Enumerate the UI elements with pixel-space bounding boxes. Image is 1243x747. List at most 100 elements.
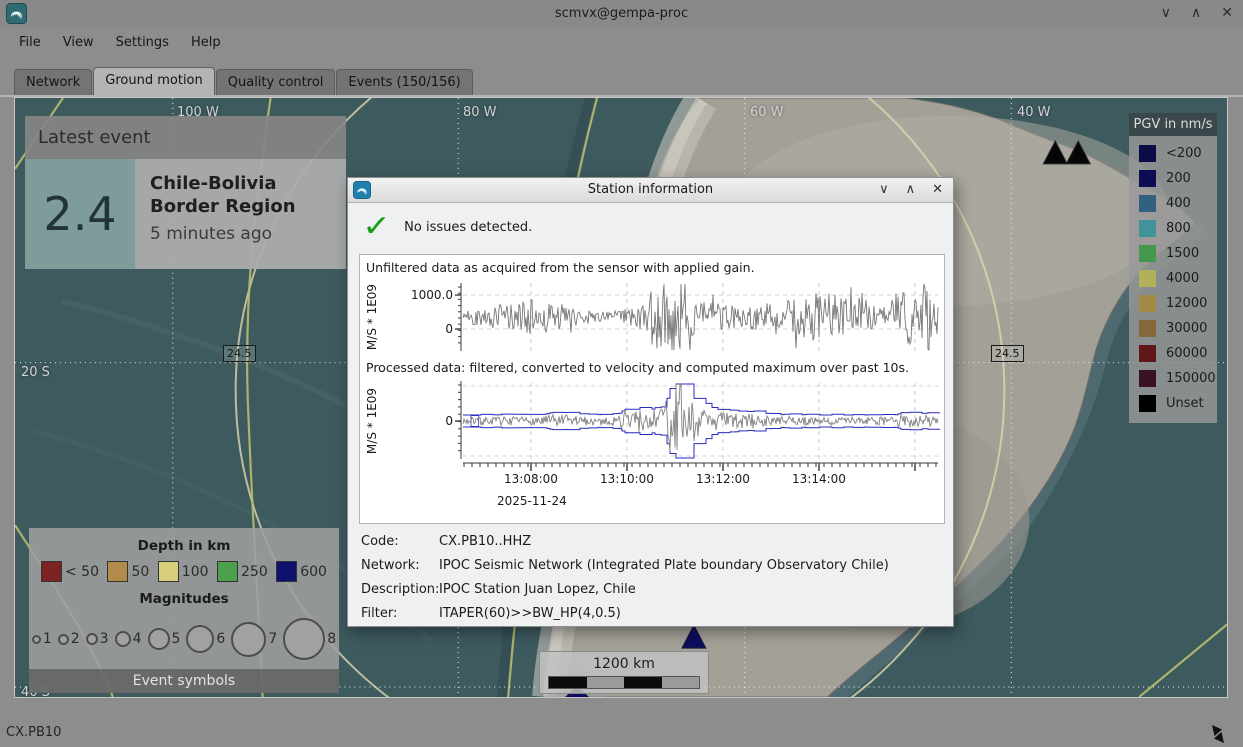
recordstream-status-icon[interactable] bbox=[1207, 723, 1229, 745]
pgv-item: 60000 bbox=[1129, 341, 1217, 366]
minimize-icon[interactable]: ∨ bbox=[1161, 5, 1171, 21]
dialog-close-icon[interactable]: ✕ bbox=[932, 178, 943, 202]
depth-swatch bbox=[41, 561, 62, 582]
pgv-swatch bbox=[1139, 345, 1156, 362]
pgv-swatch bbox=[1139, 245, 1156, 262]
lat-label-20s: 20 S bbox=[21, 365, 50, 380]
pgv-label: 30000 bbox=[1166, 321, 1207, 336]
pgv-swatch bbox=[1139, 145, 1156, 162]
pgv-swatch bbox=[1139, 370, 1156, 387]
dialog-maximize-icon[interactable]: ∧ bbox=[906, 178, 916, 202]
pgv-item: 30000 bbox=[1129, 316, 1217, 341]
magnitude-label: 2 bbox=[71, 631, 80, 647]
magnitude-item: 2 bbox=[58, 631, 80, 647]
tab-network[interactable]: Network bbox=[14, 69, 92, 95]
menu-settings[interactable]: Settings bbox=[105, 31, 180, 54]
magnitude-circle bbox=[86, 633, 98, 645]
lon-label-40w: 40 W bbox=[1017, 105, 1051, 120]
distance-ring-label: 24.5 bbox=[223, 345, 256, 362]
event-symbols-footer: Event symbols bbox=[29, 669, 339, 693]
tab-ground-motion[interactable]: Ground motion bbox=[93, 67, 214, 95]
magnitude-circle bbox=[58, 634, 69, 645]
pgv-item: 4000 bbox=[1129, 266, 1217, 291]
magnitude-item: 7 bbox=[231, 622, 277, 657]
pgv-label: 60000 bbox=[1166, 346, 1207, 361]
pgv-item: <200 bbox=[1129, 141, 1217, 166]
pgv-swatch bbox=[1139, 170, 1156, 187]
magnitude-item: 4 bbox=[115, 631, 142, 647]
depth-swatch bbox=[158, 561, 179, 582]
plot2-ytick-0: 0 bbox=[445, 414, 453, 428]
menubar: File View Settings Help bbox=[0, 28, 1243, 57]
magnitude-circle bbox=[186, 625, 214, 653]
tab-events[interactable]: Events (150/156) bbox=[336, 69, 472, 95]
depth-swatch bbox=[107, 561, 128, 582]
pgv-item: Unset bbox=[1129, 391, 1217, 416]
ground-motion-map[interactable]: 100 W 80 W 60 W 40 W 20 S 40 S 24.5 24.5… bbox=[14, 97, 1228, 698]
tabbar: Network Ground motion Quality control Ev… bbox=[0, 57, 1243, 97]
waveform-plot-box: Unfiltered data as acquired from the sen… bbox=[359, 254, 945, 524]
pgv-label: 4000 bbox=[1166, 271, 1199, 286]
dialog-status-row: ✓ No issues detected. bbox=[364, 212, 532, 242]
menu-view[interactable]: View bbox=[52, 31, 105, 54]
pgv-legend: PGV in nm/s <200 200 400 800 1500 4000 1… bbox=[1129, 113, 1217, 423]
magnitude-item: 3 bbox=[86, 631, 109, 647]
menu-help[interactable]: Help bbox=[180, 31, 232, 54]
date-label: 2025-11-24 bbox=[497, 494, 567, 508]
info-value: IPOC Station Juan Lopez, Chile bbox=[439, 582, 636, 597]
depth-label: 50 bbox=[131, 564, 149, 580]
close-icon[interactable]: ✕ bbox=[1221, 5, 1233, 21]
pgv-swatch bbox=[1139, 220, 1156, 237]
plot2-ylabel: M/S * 1E09 bbox=[365, 388, 379, 454]
plot1-ytick-0: 0 bbox=[445, 322, 453, 336]
event-magnitude: 2.4 bbox=[25, 159, 135, 269]
depth-label: 600 bbox=[300, 564, 327, 580]
depth-item: 100 bbox=[158, 561, 209, 582]
maximize-icon[interactable]: ∧ bbox=[1191, 5, 1201, 21]
magnitude-circle bbox=[32, 635, 41, 644]
depth-label: 100 bbox=[182, 564, 209, 580]
pgv-label: 150000 bbox=[1166, 371, 1216, 386]
pgv-swatch bbox=[1139, 195, 1156, 212]
window-title: scmvx@gempa-proc bbox=[0, 6, 1243, 21]
magnitude-item: 8 bbox=[283, 618, 336, 660]
pgv-label: <200 bbox=[1166, 146, 1202, 161]
time-tick: 13:14:00 bbox=[792, 472, 846, 486]
menu-file[interactable]: File bbox=[8, 31, 52, 54]
pgv-swatch bbox=[1139, 395, 1156, 412]
depth-label: < 50 bbox=[65, 564, 99, 580]
tab-quality-control[interactable]: Quality control bbox=[216, 69, 336, 95]
magnitude-circle bbox=[115, 631, 131, 647]
magnitude-item: 5 bbox=[148, 628, 181, 650]
distance-ring-label: 24.5 bbox=[991, 345, 1024, 362]
pgv-label: 1500 bbox=[1166, 246, 1199, 261]
map-scale-bar: 1200 km bbox=[539, 651, 709, 694]
dialog-titlebar[interactable]: Station information ∨ ∧ ✕ bbox=[348, 178, 953, 203]
waveform-plots: Unfiltered data as acquired from the sen… bbox=[360, 255, 944, 523]
pgv-label: Unset bbox=[1166, 396, 1204, 411]
depth-item: 250 bbox=[217, 561, 268, 582]
info-row-code: Code: CX.PB10..HHZ bbox=[361, 529, 941, 553]
pgv-item: 150000 bbox=[1129, 366, 1217, 391]
magnitude-item: 1 bbox=[32, 631, 52, 647]
window-titlebar[interactable]: scmvx@gempa-proc ∨ ∧ ✕ bbox=[0, 0, 1243, 28]
magnitude-label: 1 bbox=[43, 631, 52, 647]
info-label: Description: bbox=[361, 582, 439, 597]
station-information-dialog[interactable]: Station information ∨ ∧ ✕ ✓ No issues de… bbox=[347, 177, 954, 627]
pgv-label: 12000 bbox=[1166, 296, 1207, 311]
pgv-item: 200 bbox=[1129, 166, 1217, 191]
event-time-ago: 5 minutes ago bbox=[150, 224, 346, 244]
pgv-legend-title: PGV in nm/s bbox=[1129, 113, 1217, 136]
info-value: ITAPER(60)>>BW_HP(4,0.5) bbox=[439, 606, 621, 621]
dialog-minimize-icon[interactable]: ∨ bbox=[879, 178, 889, 202]
info-row-description: Description: IPOC Station Juan Lopez, Ch… bbox=[361, 577, 941, 601]
check-icon: ✓ bbox=[362, 212, 391, 242]
event-region: Chile-Bolivia Border Region bbox=[150, 172, 325, 219]
pgv-item: 800 bbox=[1129, 216, 1217, 241]
depth-item: 600 bbox=[276, 561, 327, 582]
statusbar: CX.PB10 bbox=[0, 698, 1243, 747]
magnitude-circle bbox=[148, 628, 170, 650]
scale-bar-label: 1200 km bbox=[540, 656, 708, 672]
selected-station-code: CX.PB10 bbox=[6, 725, 61, 740]
pgv-swatch bbox=[1139, 295, 1156, 312]
